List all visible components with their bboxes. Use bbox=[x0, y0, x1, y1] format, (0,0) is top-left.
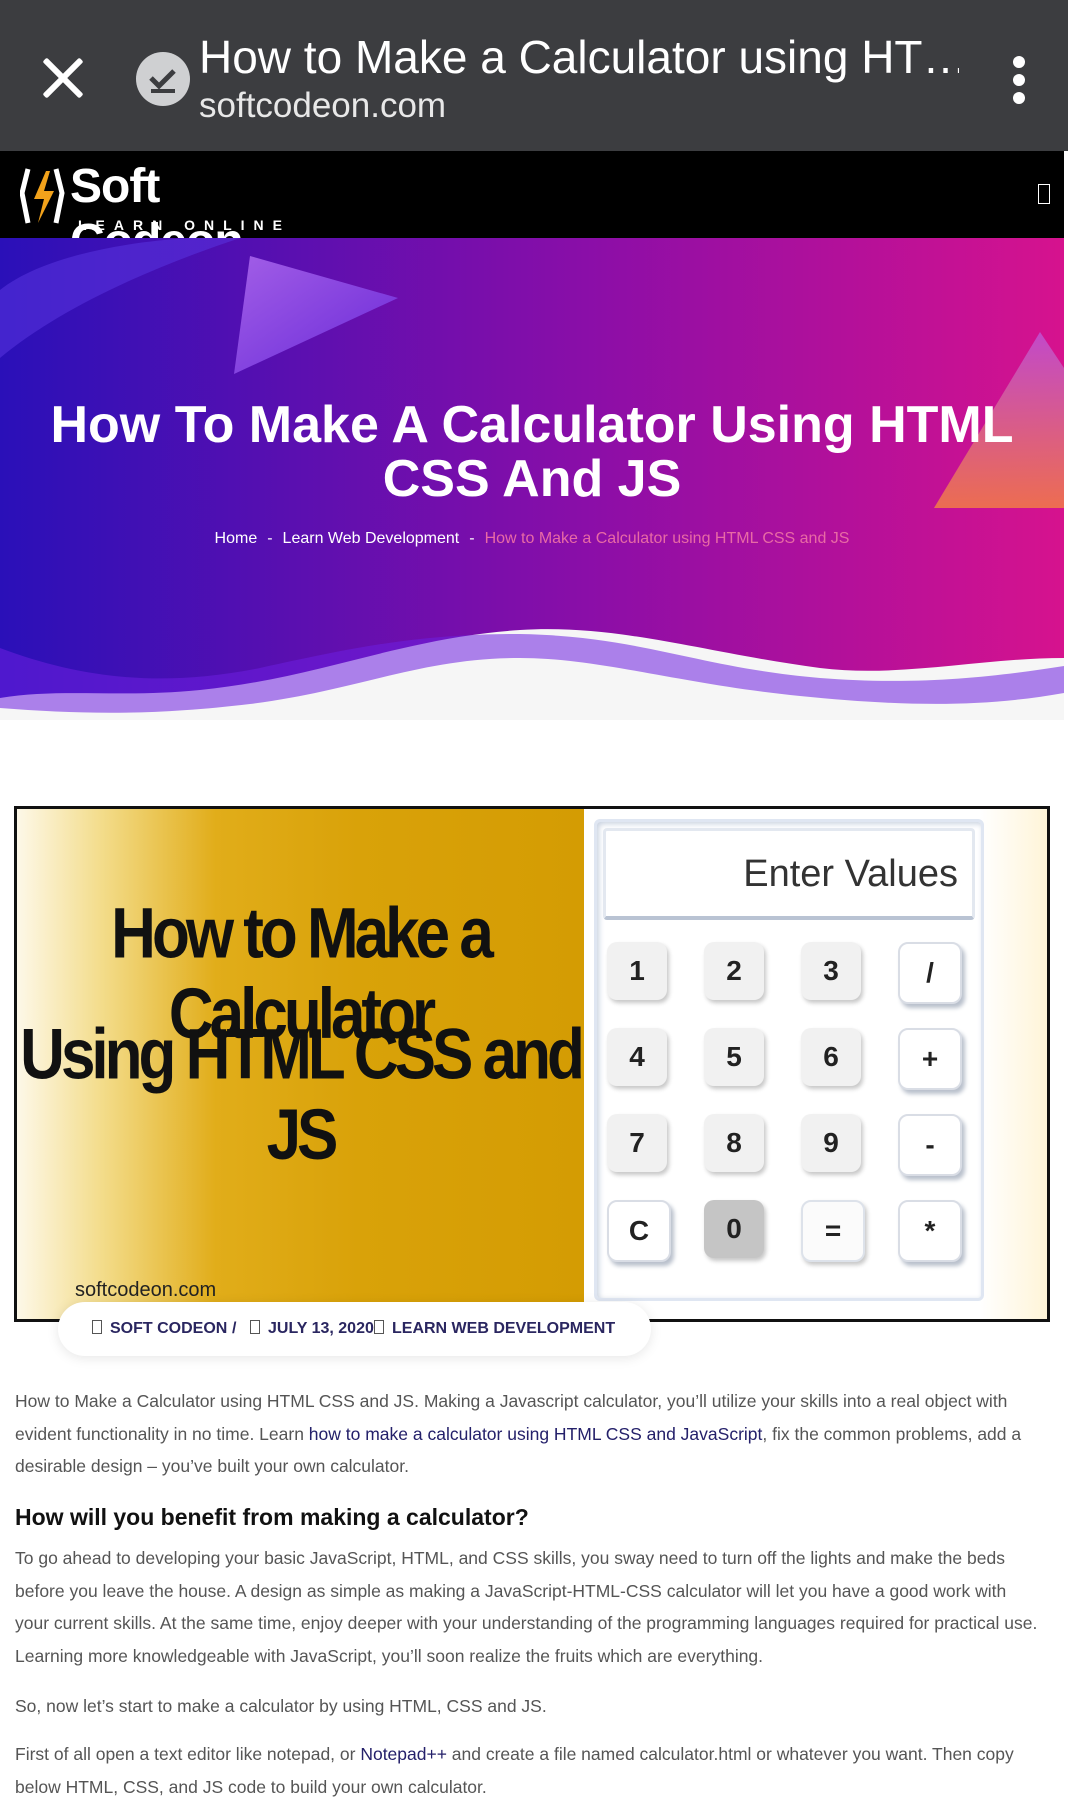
post-author[interactable]: SOFT CODEON bbox=[92, 1320, 227, 1338]
breadcrumb-category[interactable]: Learn Web Development bbox=[283, 530, 460, 547]
post-date[interactable]: JULY 13, 2020 bbox=[250, 1320, 374, 1338]
site-logo[interactable]: Soft Codeon LEARN ONLINE bbox=[20, 157, 320, 268]
calculator-key: 3 bbox=[801, 942, 861, 1000]
page-title: How to Make a Calculator using HT… bbox=[199, 31, 959, 83]
calculator-key: + bbox=[898, 1028, 962, 1090]
post-meta: SOFT CODEON / JULY 13, 2020 LEARN WEB DE… bbox=[58, 1302, 651, 1356]
calculator-key: 8 bbox=[704, 1114, 764, 1172]
calculator-key: 1 bbox=[607, 942, 667, 1000]
featured-image-left-panel: How to Make a Calculator Using HTML CSS … bbox=[17, 809, 585, 1319]
page-url[interactable]: softcodeon.com bbox=[199, 86, 446, 126]
breadcrumb: Home - Learn Web Development - How to Make a… bbox=[0, 530, 1064, 548]
calculator-body: Enter Values 1 2 3 / 4 5 6 + 7 8 9 - C 0… bbox=[594, 819, 984, 1301]
calendar-icon bbox=[250, 1320, 260, 1334]
hero-banner: How To Make A Calculator Using HTML CSS … bbox=[0, 238, 1064, 720]
calculator-key: C bbox=[607, 1200, 671, 1262]
calculator-screen: Enter Values bbox=[603, 828, 975, 920]
logo-bolt-icon bbox=[20, 168, 65, 224]
close-icon[interactable] bbox=[34, 50, 92, 108]
calculator-illustration: Enter Values 1 2 3 / 4 5 6 + 7 8 9 - C 0… bbox=[584, 809, 1047, 1319]
post-category[interactable]: LEARN WEB DEVELOPMENT bbox=[374, 1320, 615, 1338]
breadcrumb-separator: - bbox=[469, 530, 475, 547]
calculator-screen-text: Enter Values bbox=[743, 853, 958, 895]
calculator-key: 2 bbox=[704, 942, 764, 1000]
logo-tagline: LEARN ONLINE bbox=[78, 217, 291, 233]
calculator-key: 4 bbox=[607, 1028, 667, 1086]
more-options-icon[interactable] bbox=[1004, 52, 1034, 108]
featured-image-site: softcodeon.com bbox=[75, 1279, 217, 1301]
menu-icon[interactable] bbox=[1038, 184, 1050, 204]
featured-image-heading-line2: Using HTML CSS and JS bbox=[20, 1015, 585, 1175]
calculator-key: - bbox=[898, 1114, 962, 1176]
calculator-key: 6 bbox=[801, 1028, 861, 1086]
calculator-key: 9 bbox=[801, 1114, 861, 1172]
calculator-key: * bbox=[898, 1200, 962, 1262]
browser-toolbar: How to Make a Calculator using HT… softc… bbox=[0, 0, 1068, 151]
featured-image[interactable]: How to Make a Calculator Using HTML CSS … bbox=[14, 806, 1050, 1322]
site-header: Soft Codeon LEARN ONLINE bbox=[0, 151, 1064, 268]
breadcrumb-current: How to Make a Calculator using HTML CSS … bbox=[484, 530, 850, 547]
calculator-key: 5 bbox=[704, 1028, 764, 1086]
calculator-key: = bbox=[801, 1200, 865, 1262]
article-link-notepad[interactable]: Notepad++ bbox=[360, 1744, 447, 1764]
calculator-key: 7 bbox=[607, 1114, 667, 1172]
article-link-calculator[interactable]: how to make a calculator using HTML CSS … bbox=[309, 1424, 763, 1444]
breadcrumb-home[interactable]: Home bbox=[215, 530, 258, 547]
meta-divider: / bbox=[232, 1320, 237, 1337]
article-heading: How will you benefit from making a calcu… bbox=[15, 1504, 529, 1530]
folder-icon bbox=[374, 1320, 384, 1334]
calculator-key: 0 bbox=[704, 1200, 764, 1258]
user-icon bbox=[92, 1320, 102, 1334]
calculator-key: / bbox=[898, 942, 962, 1004]
hero-title: How To Make A Calculator Using HTML CSS … bbox=[50, 396, 1014, 508]
security-icon[interactable] bbox=[136, 52, 190, 106]
article-paragraph: To go ahead to developing your basic Jav… bbox=[15, 1548, 1038, 1666]
article-paragraph: First of all open a text editor like not… bbox=[15, 1744, 1014, 1797]
article-paragraph: So, now let’s start to make a calculator… bbox=[15, 1696, 547, 1716]
article-intro: How to Make a Calculator using HTML CSS … bbox=[15, 1391, 1022, 1476]
breadcrumb-separator: - bbox=[267, 530, 273, 547]
